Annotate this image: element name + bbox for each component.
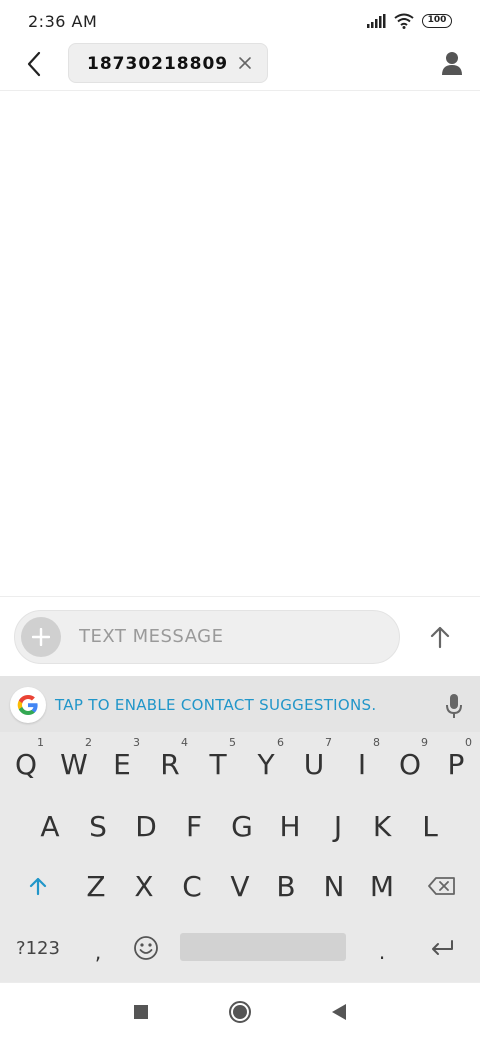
compose-box [14,610,400,664]
compose-bar [0,596,480,676]
key-z[interactable]: Z [72,856,120,916]
key-j[interactable]: J [314,796,362,856]
suggestion-bar: TAP TO ENABLE CONTACT SUGGESTIONS. [0,676,480,732]
microphone-button[interactable] [442,692,466,720]
key-n[interactable]: N [310,856,358,916]
enter-icon [432,940,453,955]
key-m[interactable]: M [358,856,406,916]
status-icons: 100 [366,12,452,30]
google-g-icon[interactable] [10,687,46,723]
emoji-key[interactable] [122,918,170,978]
key-a[interactable]: A [26,796,74,856]
plus-icon [32,628,50,646]
status-time: 2:36 AM [28,12,98,31]
attach-button[interactable] [21,617,61,657]
keyboard-row-4: ?123 , . [0,918,480,978]
back-arrow-icon [27,51,41,77]
key-d[interactable]: D [122,796,170,856]
home-button[interactable] [225,997,255,1027]
key-o[interactable]: O9 [386,734,434,794]
key-v[interactable]: V [216,856,264,916]
triangle-back-icon [332,1004,346,1020]
wifi-icon [394,13,414,29]
shift-arrow-icon [29,877,47,896]
arrow-up-icon [430,626,450,649]
key-k[interactable]: K [358,796,406,856]
key-x[interactable]: X [120,856,168,916]
message-input[interactable] [79,626,379,647]
recipient-number: 18730218809 [87,54,229,74]
key-u[interactable]: U7 [290,734,338,794]
enter-key[interactable] [416,918,468,978]
backspace-icon [428,877,455,895]
key-r[interactable]: R4 [146,734,194,794]
contact-button[interactable] [438,49,466,77]
signal-icon [367,14,386,28]
nav-back-button[interactable] [324,997,354,1027]
conversation-area[interactable] [0,92,480,595]
key-b[interactable]: B [262,856,310,916]
key-w[interactable]: W2 [50,734,98,794]
circle-icon [229,1001,251,1023]
battery-icon: 100 [422,14,452,28]
back-button[interactable] [18,48,50,80]
person-icon [442,52,462,75]
key-t[interactable]: T5 [194,734,242,794]
key-g[interactable]: G [218,796,266,856]
microphone-icon [446,694,462,718]
status-bar: 2:36 AM 100 [0,0,480,42]
keyboard: TAP TO ENABLE CONTACT SUGGESTIONS. Q1 W2… [0,676,480,982]
emoji-icon [134,936,158,960]
key-p[interactable]: P0 [434,734,478,794]
recents-button[interactable] [126,997,156,1027]
comma-key[interactable]: , [74,918,122,978]
navigation-bar [0,982,480,1040]
key-s[interactable]: S [74,796,122,856]
send-button[interactable] [424,621,456,653]
key-q[interactable]: Q1 [2,734,50,794]
shift-key[interactable] [14,856,62,916]
backspace-key[interactable] [418,856,466,916]
square-icon [134,1005,148,1019]
conversation-header: 18730218809 [0,40,480,91]
keyboard-row-1: Q1 W2 E3 R4 T5 Y6 U7 I8 O9 P0 [0,734,480,794]
keyboard-row-3: Z X C V B N M [0,856,480,916]
keyboard-row-2: A S D F G H J K L [0,796,480,856]
contact-suggestions-prompt[interactable]: TAP TO ENABLE CONTACT SUGGESTIONS. [55,696,376,714]
recipient-chip[interactable]: 18730218809 [68,43,268,83]
close-icon [239,57,251,69]
remove-recipient-button[interactable] [237,55,253,71]
period-key[interactable]: . [358,918,406,978]
key-f[interactable]: F [170,796,218,856]
key-e[interactable]: E3 [98,734,146,794]
space-key[interactable] [180,933,346,961]
symbols-key[interactable]: ?123 [4,918,72,978]
key-i[interactable]: I8 [338,734,386,794]
key-y[interactable]: Y6 [242,734,290,794]
key-h[interactable]: H [266,796,314,856]
key-l[interactable]: L [406,796,454,856]
key-c[interactable]: C [168,856,216,916]
